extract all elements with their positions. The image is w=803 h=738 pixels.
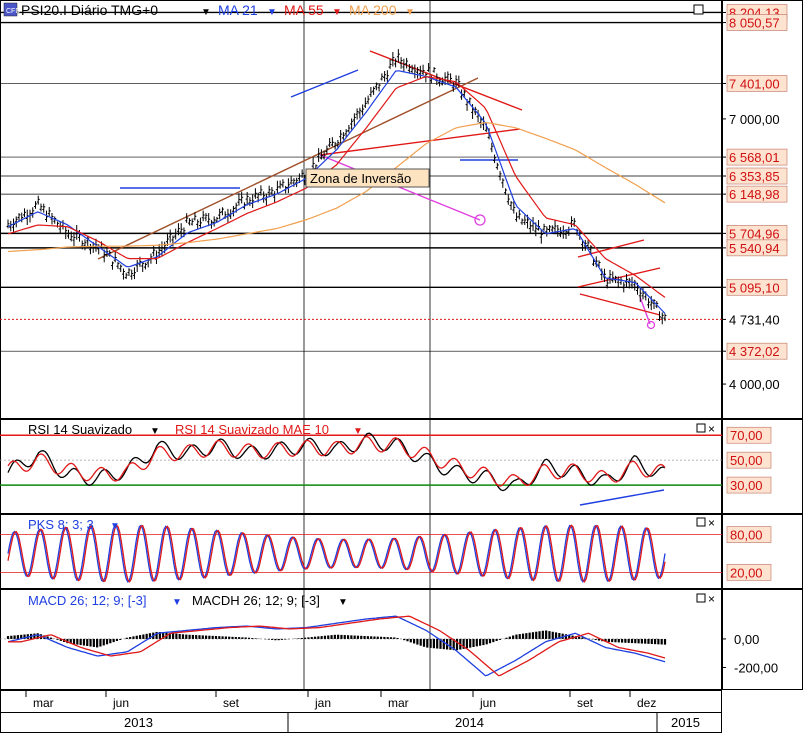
rsi-panel-level-label: 70,00 [730, 428, 763, 443]
stoch-level-label: 80,00 [730, 528, 763, 543]
rsi-panel-level-label: 50,00 [730, 453, 763, 468]
rsi-dropdown-icon[interactable]: ▼ [150, 426, 160, 437]
macd-title[interactable]: MACD 26; 12; 9; [-3] [28, 593, 147, 608]
chart-canvas: 8 204,138 050,577 401,007 000,006 568,01… [0, 0, 803, 733]
macd-maximize-icon[interactable] [696, 593, 706, 603]
year-label: 2014 [455, 715, 484, 730]
ma55-dropdown-icon[interactable]: ▼ [332, 7, 342, 18]
rsi-maximize-icon[interactable] [696, 423, 706, 433]
year-label: 2013 [124, 715, 153, 730]
month-label: mar [33, 696, 54, 710]
rsi-close-icon[interactable]: × [708, 422, 715, 436]
background [0, 0, 803, 733]
stoch-level-label: 20,00 [730, 565, 763, 580]
month-label: jun [479, 696, 496, 710]
macd-close-icon[interactable]: × [708, 592, 715, 606]
price-tick-label: 6 353,85 [729, 169, 780, 184]
price-tick-label: 7 000,00 [729, 112, 780, 127]
month-label: dez [637, 696, 656, 710]
rsi-panel-level-label: 30,00 [730, 478, 763, 493]
macd-tick-label: -200,00 [734, 660, 778, 675]
month-label: set [223, 696, 240, 710]
price-tick-label: 7 401,00 [729, 76, 780, 91]
price-tick-label: 4 000,00 [729, 377, 780, 392]
price-tick-label: 5 704,96 [729, 226, 780, 241]
macdh-dropdown-icon[interactable]: ▼ [338, 597, 348, 608]
macdh-title[interactable]: MACDH 26; 12; 9; [-3] [192, 593, 320, 608]
ma55-legend[interactable]: MA 55 [284, 2, 324, 18]
ma21-legend[interactable]: MA 21 [218, 2, 258, 18]
annotation: Zona de Inversão [305, 168, 430, 188]
macd-dropdown-icon[interactable]: ▼ [172, 597, 182, 608]
price-tick-label: 6 568,01 [729, 150, 780, 165]
macd-tick-label: 0,00 [734, 632, 759, 647]
month-label: set [577, 696, 594, 710]
maximize-icon[interactable] [693, 4, 704, 15]
stoch-title[interactable]: PKS 8; 3; 3 [28, 517, 94, 532]
price-tick-label: 8 050,57 [729, 16, 780, 31]
stoch-maximize-icon[interactable] [696, 517, 706, 527]
rsi-title[interactable]: RSI 14 Suavizado [28, 422, 132, 437]
symbol-icon-glyph: CFD [6, 8, 20, 15]
price-tick-label: 5 095,10 [729, 280, 780, 295]
ma21-dropdown-icon[interactable]: ▼ [267, 7, 277, 18]
rsi-signal-title[interactable]: RSI 14 Suavizado MAE 10 [175, 422, 329, 437]
month-label: jan [314, 696, 331, 710]
ma200-dropdown-icon[interactable]: ▼ [405, 7, 415, 18]
price-tick-label: 6 148,98 [729, 187, 780, 202]
stoch-close-icon[interactable]: × [708, 516, 715, 530]
price-tick-label: 4 372,02 [729, 344, 780, 359]
month-label: jun [112, 696, 129, 710]
chart-window: 8 204,13 8 050,57 7 401,00 7 000,00 6 568,01… [0, 0, 803, 733]
price-tick-label: 4 731,40 [729, 312, 780, 327]
ma200-legend[interactable]: MA 200 [349, 2, 397, 18]
price-tick-label: 5 540,94 [729, 241, 780, 256]
annotation-text: Zona de Inversão [310, 171, 411, 186]
panel-frames [0, 0, 803, 733]
stoch-dropdown-icon[interactable]: ▼ [110, 521, 120, 532]
symbol-dropdown-icon[interactable]: ▼ [201, 7, 211, 18]
year-label: 2015 [671, 715, 700, 730]
rsi-signal-dropdown-icon[interactable]: ▼ [353, 426, 363, 437]
symbol-title[interactable]: PSI20.I Diário TMG+0 [21, 2, 158, 18]
month-label: mar [388, 696, 409, 710]
